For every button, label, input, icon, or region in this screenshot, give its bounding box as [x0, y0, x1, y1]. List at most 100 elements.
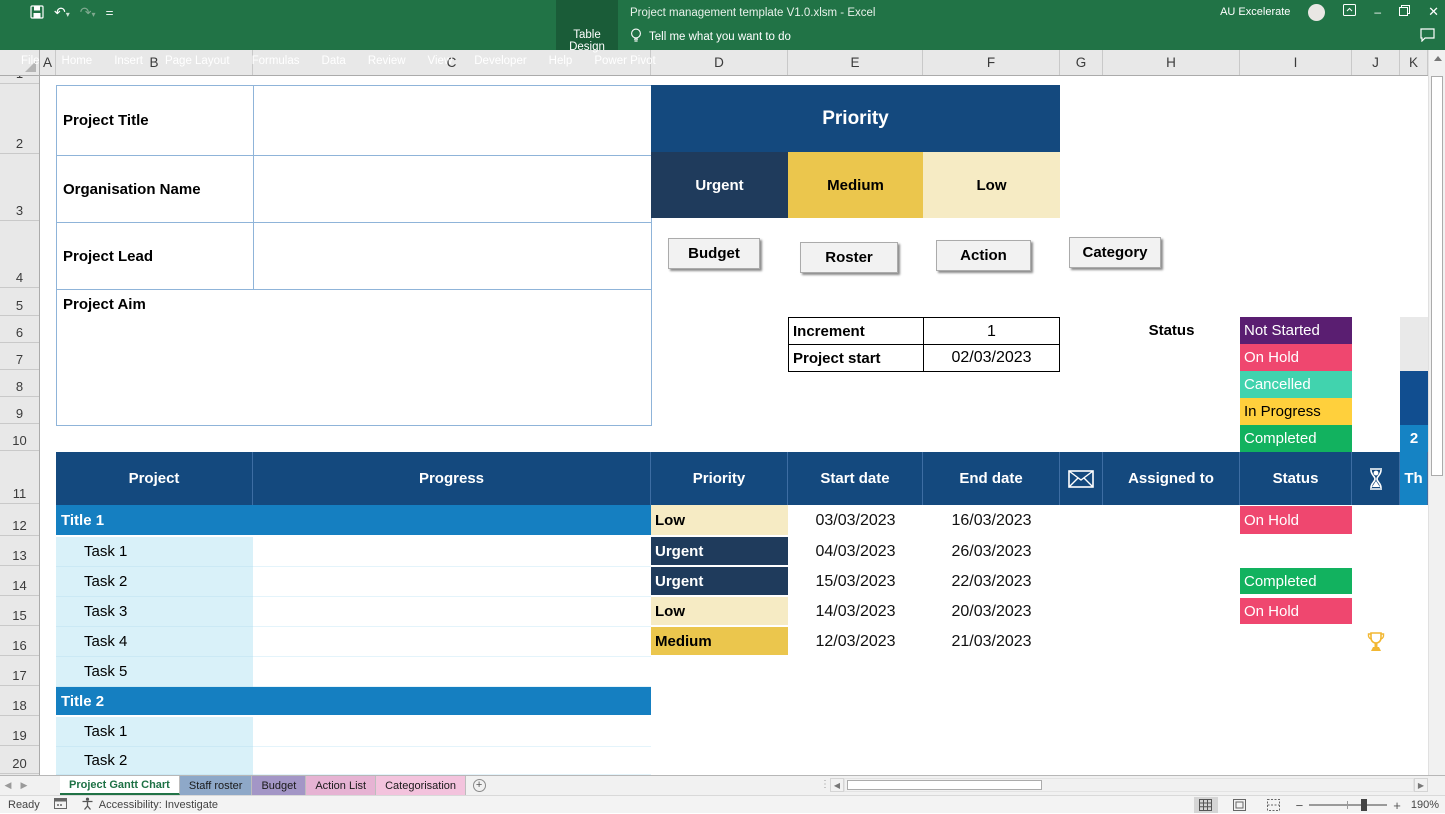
column-header-I[interactable]: I: [1240, 50, 1352, 75]
end-date-cell[interactable]: 20/03/2023: [923, 597, 1060, 627]
column-header-D[interactable]: D: [651, 50, 788, 75]
tab-scroll-right-arrow[interactable]: ▶: [16, 776, 32, 795]
table-row-title-cell[interactable]: Title 2: [56, 687, 651, 715]
ribbon-tab-review[interactable]: Review: [357, 48, 417, 74]
priority-level-urgent[interactable]: Urgent: [651, 152, 788, 218]
row-header-13[interactable]: 13: [0, 537, 39, 566]
table-row-progress-cell[interactable]: [253, 717, 651, 747]
row-header-3[interactable]: 3: [0, 155, 39, 221]
vertical-scroll-thumb[interactable]: [1431, 76, 1443, 476]
vertical-scrollbar[interactable]: [1428, 50, 1445, 793]
macro-button-budget[interactable]: Budget: [668, 238, 760, 269]
form-aim-box[interactable]: Project Aim: [56, 289, 652, 426]
sheet-tab-categorisation[interactable]: Categorisation: [376, 776, 466, 795]
table-header-project[interactable]: Project: [56, 452, 253, 505]
row-header-8[interactable]: 8: [0, 371, 39, 397]
page-break-view-button[interactable]: [1262, 797, 1286, 813]
start-date-cell[interactable]: 15/03/2023: [788, 567, 923, 597]
ribbon-tab-formulas[interactable]: Formulas: [241, 48, 311, 74]
legend-item-cancelled[interactable]: Cancelled: [1240, 371, 1352, 398]
horizontal-scroll-thumb[interactable]: [847, 780, 1042, 790]
sheet-tab-project-gantt-chart[interactable]: Project Gantt Chart: [60, 776, 180, 795]
column-header-K[interactable]: K: [1400, 50, 1428, 75]
ribbon-tab-table-design[interactable]: Table Design: [556, 29, 618, 53]
legend-item-completed[interactable]: Completed: [1240, 425, 1352, 452]
table-row-title-cell[interactable]: Title 1: [56, 505, 651, 535]
avatar[interactable]: [1308, 4, 1325, 21]
end-date-cell[interactable]: 22/03/2023: [923, 567, 1060, 597]
comment-icon[interactable]: [1420, 28, 1435, 47]
status-cell-completed[interactable]: Completed: [1240, 568, 1352, 594]
sheet-tab-action-list[interactable]: Action List: [306, 776, 376, 795]
ribbon-tab-page-layout[interactable]: Page Layout: [154, 48, 241, 74]
table-row-task-cell[interactable]: Task 2: [56, 567, 253, 597]
table-row-progress-cell[interactable]: [253, 747, 651, 775]
table-row-progress-cell[interactable]: [253, 567, 651, 597]
zoom-in-button[interactable]: +: [1393, 798, 1401, 813]
zoom-slider-thumb[interactable]: [1361, 799, 1367, 811]
ribbon-tab-developer[interactable]: Developer: [463, 48, 537, 74]
start-date-cell[interactable]: 03/03/2023: [788, 505, 923, 537]
priority-cell-low[interactable]: Low: [651, 597, 788, 625]
table-row-progress-cell[interactable]: [253, 597, 651, 627]
column-header-F[interactable]: F: [923, 50, 1060, 75]
table-header-hourglass-icon[interactable]: [1352, 452, 1400, 505]
scroll-left-arrow[interactable]: ◀: [830, 778, 844, 792]
sheet-tab-budget[interactable]: Budget: [252, 776, 306, 795]
table-row-task-cell[interactable]: Task 1: [56, 717, 253, 747]
ribbon-tab-home[interactable]: Home: [51, 48, 104, 74]
table-header-assigned-to[interactable]: Assigned to: [1103, 452, 1240, 505]
row-header-15[interactable]: 15: [0, 597, 39, 626]
row-header-17[interactable]: 17: [0, 657, 39, 686]
form-value-project-lead[interactable]: [253, 222, 652, 290]
start-date-cell[interactable]: 12/03/2023: [788, 627, 923, 657]
sheet-tab-staff-roster[interactable]: Staff roster: [180, 776, 253, 795]
row-header-1[interactable]: 1: [0, 76, 39, 84]
tell-me-box[interactable]: Tell me what you want to do: [630, 24, 791, 50]
tab-scroll-left-arrow[interactable]: ◀: [0, 776, 16, 795]
new-sheet-button[interactable]: +: [466, 776, 492, 795]
ribbon-tab-insert[interactable]: Insert: [103, 48, 154, 74]
column-header-G[interactable]: G: [1060, 50, 1103, 75]
page-layout-view-button[interactable]: [1228, 797, 1252, 813]
accessibility-status[interactable]: Accessibility: Investigate: [81, 797, 218, 813]
row-header-10[interactable]: 10: [0, 425, 39, 451]
priority-cell-urgent[interactable]: Urgent: [651, 567, 788, 595]
table-row-task-cell[interactable]: Task 1: [56, 537, 253, 567]
row-header-9[interactable]: 9: [0, 398, 39, 424]
row-header-5[interactable]: 5: [0, 289, 39, 316]
row-header-18[interactable]: 18: [0, 687, 39, 716]
row-header-14[interactable]: 14: [0, 567, 39, 596]
table-header-priority[interactable]: Priority: [651, 452, 788, 505]
priority-cell-urgent[interactable]: Urgent: [651, 537, 788, 565]
legend-item-not-started[interactable]: Not Started: [1240, 317, 1352, 344]
form-value-organisation-name[interactable]: [253, 155, 652, 223]
minimize-button[interactable]: –: [1374, 5, 1381, 19]
start-date-cell[interactable]: 14/03/2023: [788, 597, 923, 627]
row-header-20[interactable]: 20: [0, 747, 39, 774]
table-row-task-cell[interactable]: Task 5: [56, 657, 253, 687]
end-date-cell[interactable]: 21/03/2023: [923, 627, 1060, 657]
table-row-progress-cell[interactable]: [253, 657, 651, 687]
redo-button[interactable]: ↷▾: [80, 4, 96, 21]
normal-view-button[interactable]: [1194, 797, 1218, 813]
zoom-level[interactable]: 190%: [1411, 799, 1439, 811]
row-header-7[interactable]: 7: [0, 344, 39, 370]
priority-cell-medium[interactable]: Medium: [651, 627, 788, 655]
table-row-task-cell[interactable]: Task 3: [56, 597, 253, 627]
macro-button-category[interactable]: Category: [1069, 237, 1161, 268]
column-header-E[interactable]: E: [788, 50, 923, 75]
priority-level-medium[interactable]: Medium: [788, 152, 923, 218]
zoom-out-button[interactable]: −: [1296, 798, 1304, 813]
macro-button-action[interactable]: Action: [936, 240, 1031, 271]
status-cell-on-hold[interactable]: On Hold: [1240, 506, 1352, 534]
table-row-task-cell[interactable]: Task 2: [56, 747, 253, 775]
table-row-progress-cell[interactable]: [253, 627, 651, 657]
legend-item-in-progress[interactable]: In Progress: [1240, 398, 1352, 425]
macro-button-roster[interactable]: Roster: [800, 242, 898, 273]
settings-value-project-start[interactable]: 02/03/2023: [923, 344, 1060, 372]
form-value-project-title[interactable]: [253, 85, 652, 156]
ribbon-tab-data[interactable]: Data: [311, 48, 357, 74]
zoom-slider[interactable]: − +: [1296, 798, 1401, 813]
scroll-up-arrow[interactable]: [1429, 50, 1445, 67]
